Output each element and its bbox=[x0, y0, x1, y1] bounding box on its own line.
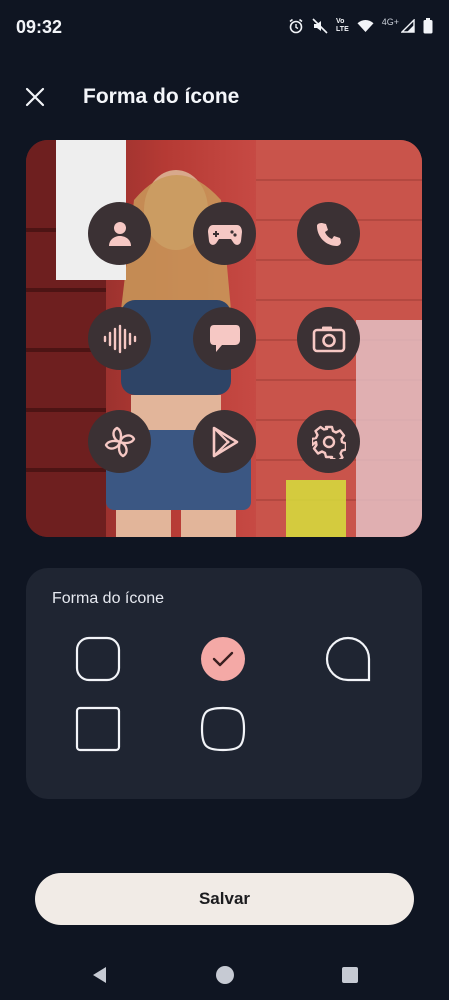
status-icons: Vo LTE 4G+ bbox=[288, 17, 433, 34]
camera-icon bbox=[312, 326, 345, 352]
volte-indicator: Vo LTE bbox=[336, 18, 349, 34]
top-app-bar: Forma do ícone bbox=[0, 70, 449, 124]
contacts-icon bbox=[108, 221, 131, 246]
screen: 09:32 Vo LTE 4G+ Forma do ícone Forma do… bbox=[0, 0, 449, 1000]
navigation-bar bbox=[0, 950, 449, 1000]
play-store-icon bbox=[212, 426, 238, 457]
volte-label: Vo bbox=[336, 18, 345, 25]
close-icon bbox=[25, 87, 45, 107]
battery-icon bbox=[423, 18, 433, 34]
phone-icon bbox=[316, 222, 341, 246]
squircle-shape-icon bbox=[200, 706, 246, 752]
settings-icon bbox=[311, 425, 346, 459]
shape-option-teardrop[interactable] bbox=[325, 636, 371, 682]
home-icon bbox=[216, 966, 234, 984]
pinwheel-app-icon[interactable] bbox=[88, 410, 151, 473]
alarm-icon bbox=[288, 18, 304, 34]
camera-app-icon[interactable] bbox=[297, 307, 360, 370]
settings-app-icon[interactable] bbox=[297, 410, 360, 473]
status-bar: 09:32 Vo LTE 4G+ bbox=[0, 0, 449, 56]
signal-icon bbox=[401, 19, 415, 33]
messages-app-icon[interactable] bbox=[193, 307, 256, 370]
teardrop-shape-icon bbox=[325, 636, 371, 682]
phone-app-icon[interactable] bbox=[297, 202, 360, 265]
shape-option-square[interactable] bbox=[75, 706, 121, 752]
square-shape-icon bbox=[75, 706, 121, 752]
rounded-square-shape-icon bbox=[75, 636, 121, 682]
options-title: Forma do ícone bbox=[52, 590, 165, 607]
back-icon bbox=[93, 967, 106, 983]
icon-preview bbox=[26, 140, 422, 537]
close-button[interactable] bbox=[18, 80, 52, 114]
recorder-app-icon[interactable] bbox=[88, 307, 151, 370]
mute-icon bbox=[312, 18, 328, 34]
shape-options-card: Forma do ícone bbox=[26, 568, 422, 799]
voice-recorder-icon bbox=[103, 324, 136, 353]
shape-option-rounded-square[interactable] bbox=[75, 636, 121, 682]
shape-option-circle-selected[interactable] bbox=[200, 636, 246, 682]
games-app-icon[interactable] bbox=[193, 202, 256, 265]
home-button[interactable] bbox=[212, 962, 238, 988]
recents-icon bbox=[342, 967, 358, 983]
save-button[interactable]: Salvar bbox=[35, 873, 414, 925]
wifi-icon bbox=[357, 19, 374, 33]
check-icon bbox=[201, 637, 245, 681]
lte-label: LTE bbox=[336, 26, 349, 33]
contacts-app-icon[interactable] bbox=[88, 202, 151, 265]
play-store-app-icon[interactable] bbox=[193, 410, 256, 473]
pinwheel-icon bbox=[104, 426, 135, 457]
shape-option-squircle[interactable] bbox=[200, 706, 246, 752]
recents-button[interactable] bbox=[337, 962, 363, 988]
back-button[interactable] bbox=[87, 962, 113, 988]
messages-icon bbox=[209, 324, 240, 352]
gamepad-icon bbox=[207, 224, 242, 245]
network-type: 4G+ bbox=[381, 17, 399, 27]
page-title: Forma do ícone bbox=[83, 85, 240, 108]
status-time: 09:32 bbox=[16, 17, 63, 37]
